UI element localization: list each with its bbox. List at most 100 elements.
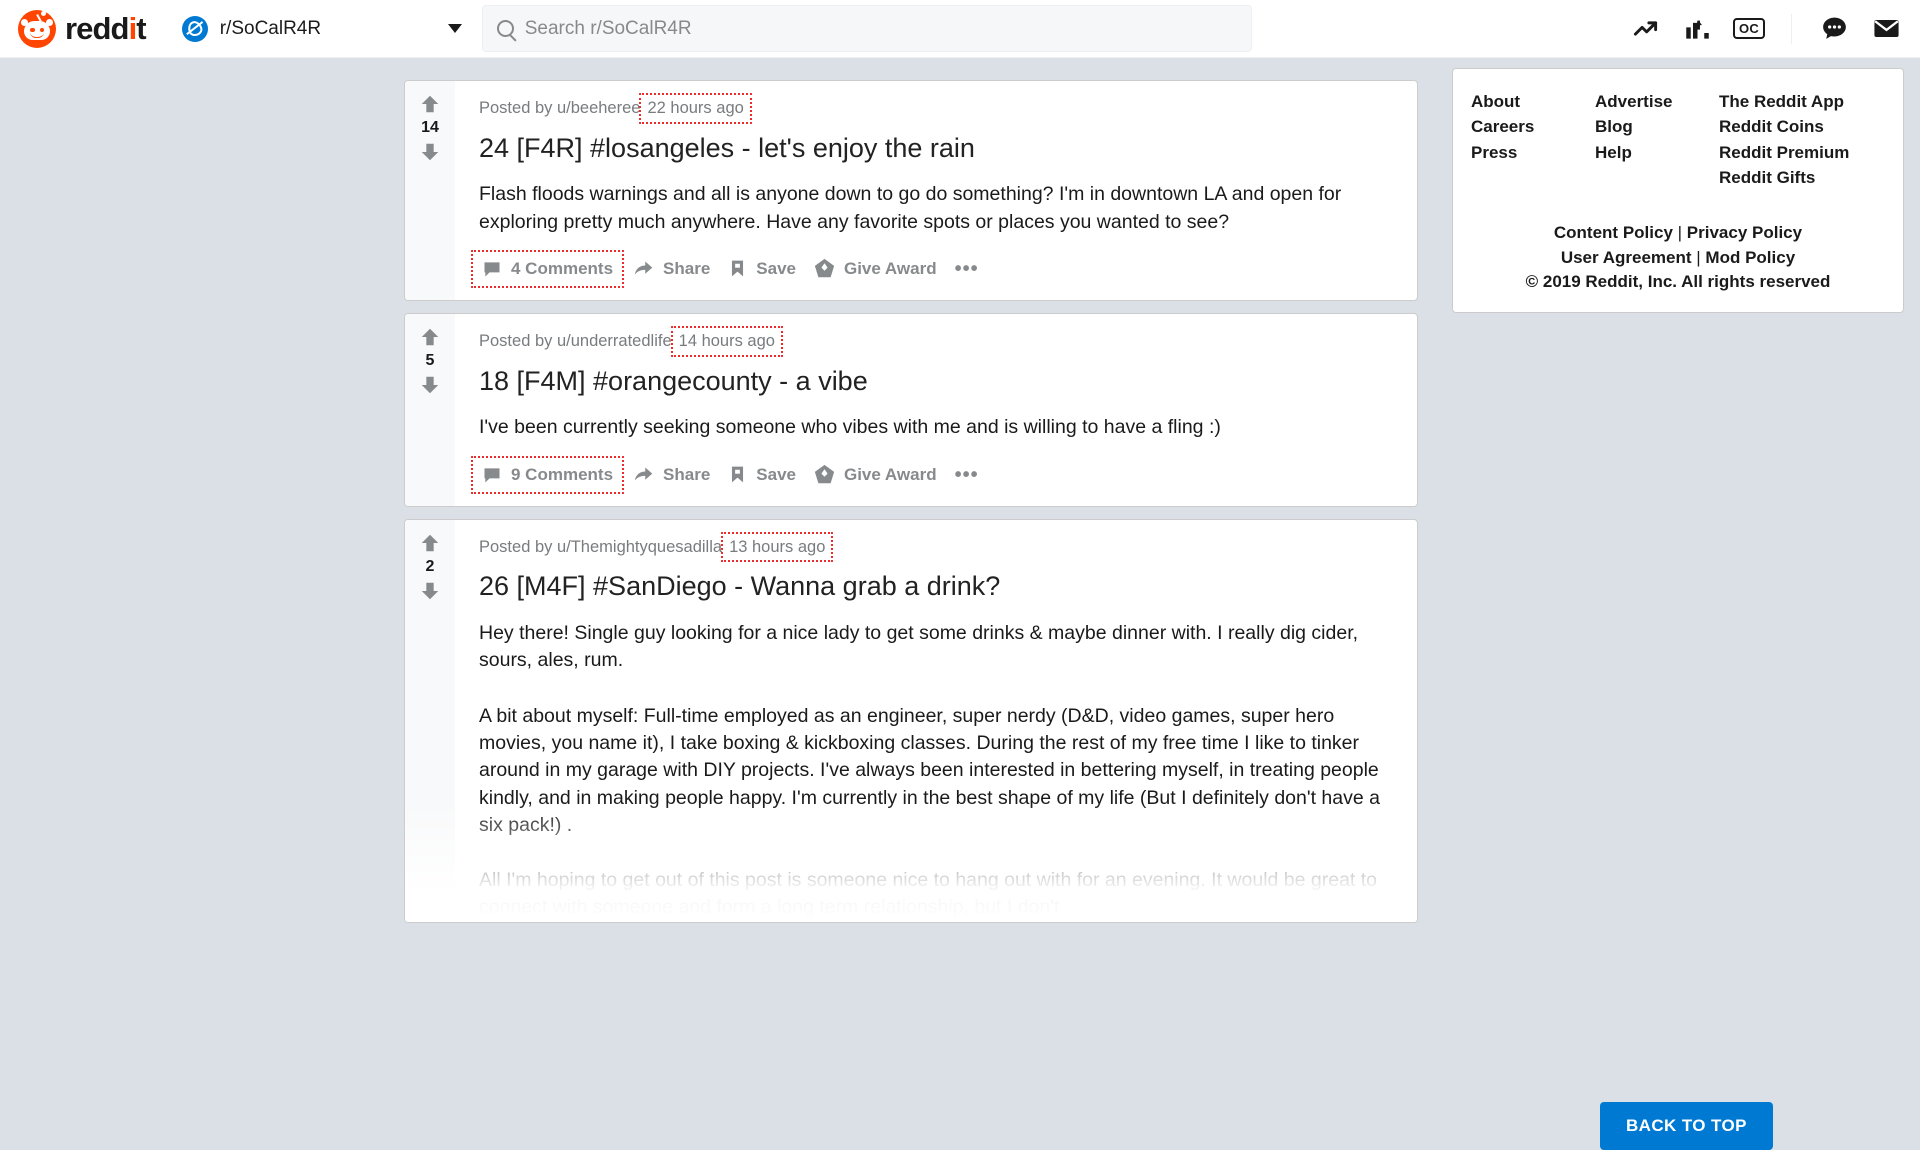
share-button[interactable]: Share bbox=[624, 251, 719, 286]
reddit-home-link[interactable]: reddit bbox=[18, 9, 147, 48]
give-award-button[interactable]: Give Award bbox=[805, 457, 946, 492]
more-options-button[interactable]: ••• bbox=[946, 256, 988, 282]
save-button[interactable]: Save bbox=[719, 252, 805, 286]
chat-icon[interactable] bbox=[1808, 7, 1860, 51]
vote-score: 14 bbox=[421, 119, 439, 136]
give-award-button[interactable]: Give Award bbox=[805, 251, 946, 286]
top-navigation-bar: reddit r/SoCalR4R OC bbox=[0, 0, 1920, 58]
comment-icon bbox=[484, 467, 500, 483]
post-title[interactable]: 24 [F4R] #losangeles - let's enjoy the r… bbox=[479, 132, 1417, 166]
original-content-icon[interactable]: OC bbox=[1723, 7, 1775, 51]
footer-link-advertise[interactable]: Advertise bbox=[1595, 91, 1719, 112]
vote-column: 2 bbox=[405, 519, 455, 922]
trending-icon[interactable] bbox=[1619, 7, 1671, 51]
award-label: Give Award bbox=[843, 464, 937, 484]
footer-link-help[interactable]: Help bbox=[1595, 142, 1719, 163]
share-icon bbox=[634, 261, 653, 276]
footer-link-columns: About Careers Press Advertise Blog Help … bbox=[1471, 91, 1885, 189]
footer-link-reddit-gifts[interactable]: Reddit Gifts bbox=[1719, 167, 1849, 188]
oc-badge-label: OC bbox=[1732, 18, 1766, 39]
footer-link-press[interactable]: Press bbox=[1471, 142, 1595, 163]
share-icon bbox=[634, 467, 653, 481]
post-action-bar: 4 Comments Share Save Give Award ••• bbox=[471, 249, 1417, 300]
vote-column: 5 bbox=[405, 313, 455, 506]
more-options-label: ••• bbox=[954, 257, 979, 280]
copyright-text: © 2019 Reddit, Inc. All rights reserved bbox=[1525, 272, 1831, 292]
post-body: Posted by u/beeheree 22 hours ago 24 [F4… bbox=[455, 81, 1417, 300]
post-title[interactable]: 26 [M4F] #SanDiego - Wanna grab a drink? bbox=[479, 570, 1417, 604]
reddit-wordmark: reddit bbox=[65, 11, 147, 46]
footer-link-mod-policy[interactable]: Mod Policy bbox=[1705, 248, 1795, 267]
downvote-button[interactable] bbox=[419, 580, 441, 602]
post-card[interactable]: 14 Posted by u/beeheree 22 hours ago 24 … bbox=[404, 80, 1418, 301]
footer-link-reddit-premium[interactable]: Reddit Premium bbox=[1719, 142, 1849, 163]
chevron-down-icon[interactable] bbox=[447, 23, 462, 33]
footer-link-blog[interactable]: Blog bbox=[1595, 116, 1719, 137]
downvote-button[interactable] bbox=[419, 141, 441, 163]
more-options-label: ••• bbox=[954, 463, 979, 486]
award-star-icon bbox=[814, 465, 835, 484]
footer-column-company: About Careers Press bbox=[1471, 91, 1595, 189]
post-paragraph: All I'm hoping to get out of this post i… bbox=[479, 869, 1378, 919]
more-options-button[interactable]: ••• bbox=[946, 462, 988, 488]
footer-link-reddit-app[interactable]: The Reddit App bbox=[1719, 91, 1849, 112]
vote-score: 5 bbox=[425, 351, 435, 369]
bar-chart-icon[interactable] bbox=[1671, 7, 1723, 51]
header-divider bbox=[1791, 13, 1792, 44]
share-button[interactable]: Share bbox=[624, 457, 719, 492]
post-body: Posted by u/Themightyquesadilla 13 hours… bbox=[455, 520, 1417, 922]
footer-link-content-policy[interactable]: Content Policy bbox=[1554, 223, 1673, 242]
comments-label: 9 Comments bbox=[511, 464, 614, 484]
post-meta: Posted by u/beeheree 22 hours ago bbox=[479, 93, 1417, 124]
footer-link-reddit-coins[interactable]: Reddit Coins bbox=[1719, 116, 1849, 137]
post-author[interactable]: Posted by u/beeheree bbox=[479, 98, 640, 119]
post-author[interactable]: Posted by u/Themightyquesadilla bbox=[479, 537, 722, 558]
policy-row: User Agreement | Mod Policy bbox=[1471, 247, 1885, 268]
search-icon bbox=[496, 20, 514, 37]
comment-icon bbox=[484, 262, 500, 277]
mail-icon[interactable] bbox=[1860, 7, 1912, 51]
upvote-button[interactable] bbox=[419, 93, 441, 115]
post-paragraph: Hey there! Single guy looking for a nice… bbox=[479, 622, 1359, 672]
upvote-button[interactable] bbox=[419, 326, 441, 348]
post-card[interactable]: 5 Posted by u/underratedlife 14 hours ag… bbox=[404, 312, 1418, 507]
back-to-top-button[interactable]: BACK TO TOP bbox=[1600, 1102, 1773, 1150]
search-input[interactable] bbox=[524, 17, 1237, 40]
search-bar[interactable] bbox=[481, 5, 1252, 52]
post-paragraph: Flash floods warnings and all is anyone … bbox=[479, 183, 1342, 233]
save-button[interactable]: Save bbox=[719, 458, 805, 492]
post-meta: Posted by u/Themightyquesadilla 13 hours… bbox=[479, 531, 1417, 563]
policy-row: Content Policy | Privacy Policy bbox=[1471, 222, 1885, 243]
subreddit-selector[interactable]: r/SoCalR4R bbox=[181, 9, 472, 49]
vote-score: 2 bbox=[425, 557, 435, 575]
post-author[interactable]: Posted by u/underratedlife bbox=[479, 331, 672, 352]
post-body: Posted by u/underratedlife 14 hours ago … bbox=[455, 314, 1417, 506]
policy-links: Content Policy | Privacy Policy User Agr… bbox=[1471, 222, 1885, 293]
award-star-icon bbox=[814, 259, 835, 278]
post-timestamp[interactable]: 22 hours ago bbox=[639, 93, 752, 124]
post-title[interactable]: 18 [F4M] #orangecounty - a vibe bbox=[479, 365, 1417, 399]
post-feed: 14 Posted by u/beeheree 22 hours ago 24 … bbox=[404, 80, 1418, 935]
award-label: Give Award bbox=[843, 258, 937, 278]
comments-button[interactable]: 9 Comments bbox=[471, 455, 625, 494]
post-paragraph: I've been currently seeking someone who … bbox=[479, 416, 1221, 439]
footer-link-careers[interactable]: Careers bbox=[1471, 116, 1595, 137]
policy-separator: | bbox=[1696, 248, 1701, 268]
upvote-button[interactable] bbox=[419, 532, 441, 554]
bookmark-icon bbox=[732, 261, 744, 277]
comments-button[interactable]: 4 Comments bbox=[471, 249, 625, 288]
footer-column-products: The Reddit App Reddit Coins Reddit Premi… bbox=[1719, 91, 1849, 189]
subreddit-name: r/SoCalR4R bbox=[219, 17, 322, 39]
post-paragraph: A bit about myself: Full-time employed a… bbox=[479, 704, 1380, 836]
post-text: Flash floods warnings and all is anyone … bbox=[479, 181, 1417, 236]
policy-separator: | bbox=[1677, 222, 1683, 242]
downvote-button[interactable] bbox=[419, 374, 441, 396]
footer-column-resources: Advertise Blog Help bbox=[1595, 91, 1719, 189]
post-timestamp[interactable]: 13 hours ago bbox=[721, 531, 834, 563]
post-timestamp[interactable]: 14 hours ago bbox=[670, 325, 783, 357]
footer-link-about[interactable]: About bbox=[1471, 91, 1595, 112]
post-card[interactable]: 2 Posted by u/Themightyquesadilla 13 hou… bbox=[404, 518, 1418, 923]
reddit-snoo-logo-icon bbox=[18, 9, 56, 48]
footer-link-privacy-policy[interactable]: Privacy Policy bbox=[1687, 223, 1802, 242]
footer-link-user-agreement[interactable]: User Agreement bbox=[1561, 248, 1692, 267]
